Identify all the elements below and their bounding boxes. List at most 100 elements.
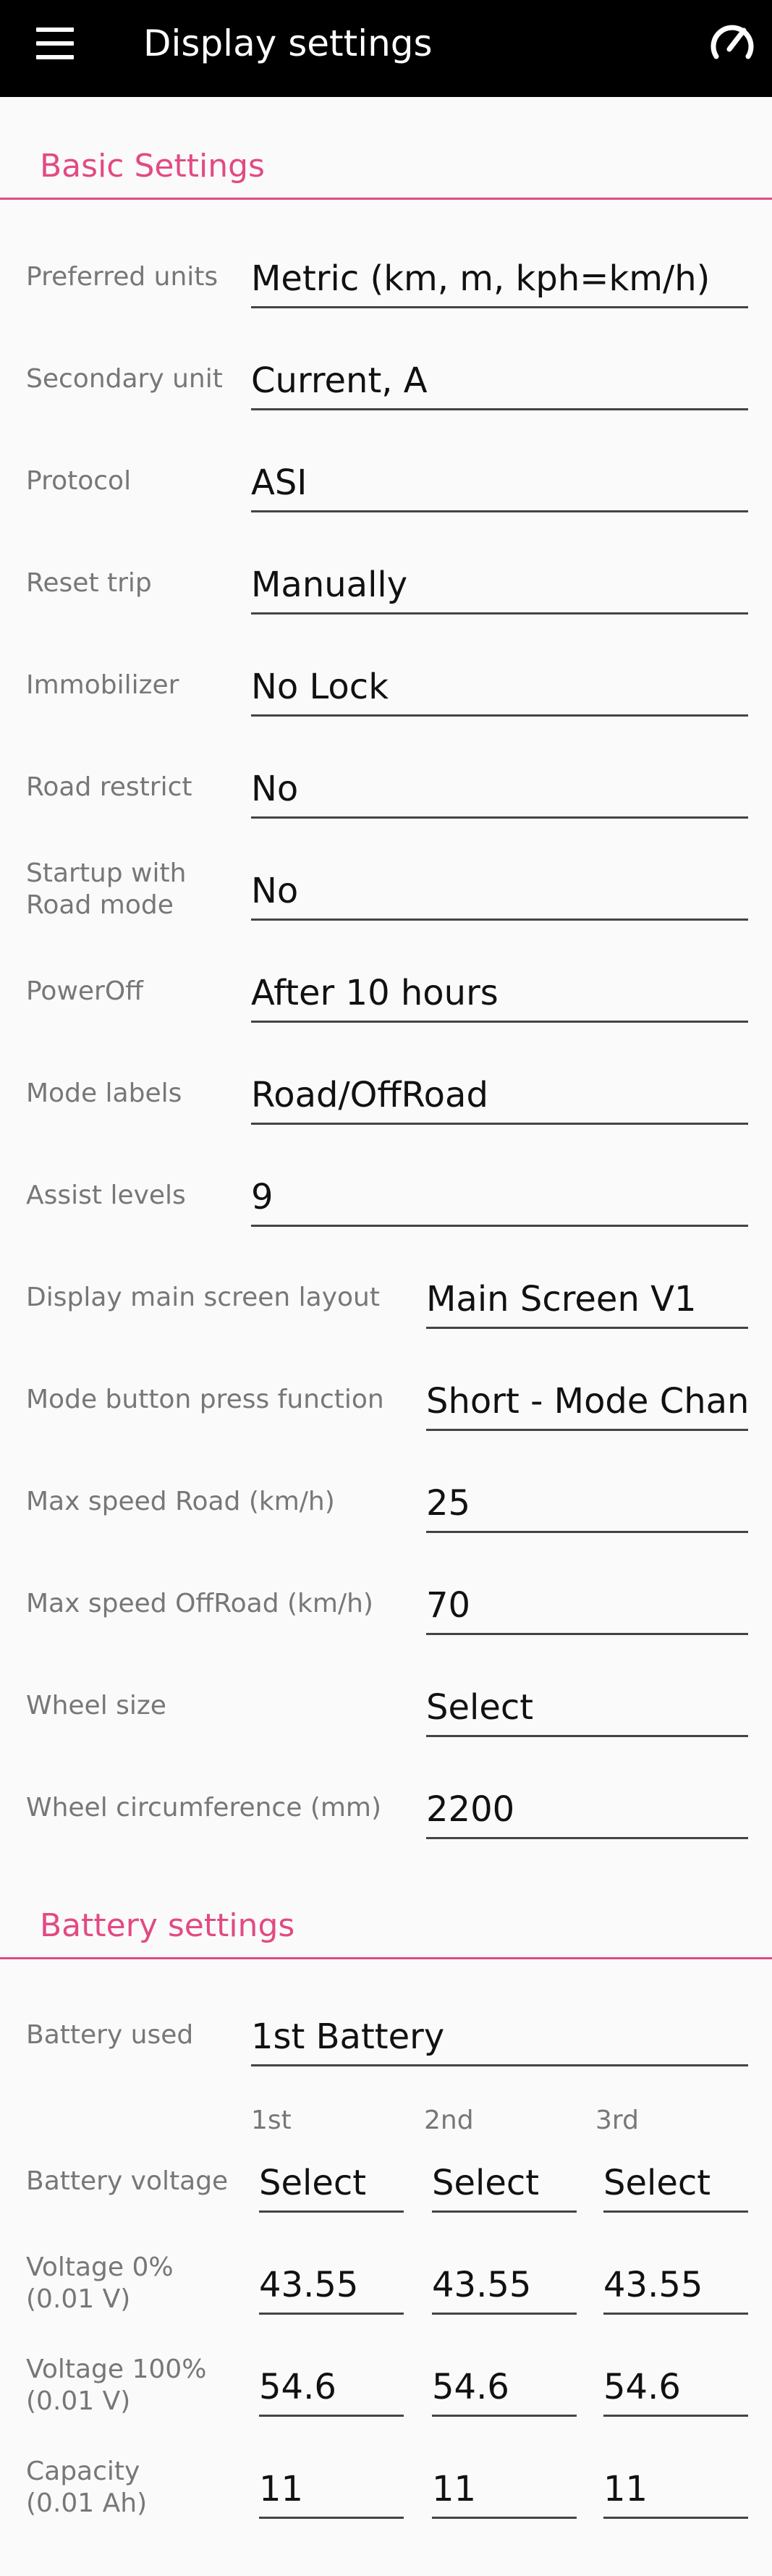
setting-value: No — [251, 871, 299, 911]
setting-row: Max speed OffRoad (km/h) 70 — [0, 1553, 772, 1655]
battery-row: Voltage 0% (0.01 V) 43.55 43.55 43.55 — [0, 2233, 772, 2334]
setting-value: Main Screen V1 — [426, 1279, 697, 1319]
setting-label: Mode button press function — [26, 1385, 384, 1414]
hamburger-menu-icon[interactable] — [36, 28, 77, 59]
setting-value: 1st Battery — [251, 2017, 445, 2057]
setting-label: Startup with Road mode — [26, 858, 187, 920]
setting-value: After 10 hours — [251, 973, 499, 1013]
battery-field[interactable]: Select — [259, 2150, 404, 2213]
setting-label: Battery used — [26, 2020, 194, 2050]
setting-value: 54.6 — [432, 2367, 509, 2407]
setting-label: Immobilizer — [26, 670, 179, 700]
setting-field[interactable]: After 10 hours — [251, 960, 748, 1023]
setting-value: 43.55 — [432, 2265, 532, 2305]
setting-label: PowerOff — [26, 976, 143, 1006]
setting-field[interactable]: No Lock — [251, 654, 748, 717]
battery-field[interactable]: Select — [432, 2150, 577, 2213]
battery-field[interactable]: 54.6 — [432, 2355, 577, 2417]
battery-field[interactable]: 11 — [259, 2457, 404, 2519]
setting-value: Select — [426, 1687, 534, 1728]
setting-value: Current, A — [251, 360, 428, 401]
battery-field[interactable]: 43.55 — [259, 2252, 404, 2315]
setting-field[interactable]: Manually — [251, 552, 748, 615]
setting-value: Select — [603, 2163, 711, 2203]
setting-label: Max speed Road (km/h) — [26, 1487, 335, 1516]
setting-value: Manually — [251, 565, 408, 605]
setting-label: Mode labels — [26, 1078, 182, 1108]
section-title: Battery settings — [40, 1907, 295, 1944]
setting-value: Select — [259, 2163, 367, 2203]
setting-field[interactable]: 2200 — [426, 1777, 748, 1839]
setting-label: Assist levels — [26, 1181, 186, 1210]
setting-value: Metric (km, m, kph=km/h) — [251, 258, 711, 299]
speedometer-icon[interactable] — [708, 19, 757, 67]
setting-field[interactable]: No — [251, 858, 748, 921]
setting-value: 43.55 — [603, 2265, 703, 2305]
battery-row: Battery voltage Select Select Select — [0, 2131, 772, 2232]
setting-label: Max speed OffRoad (km/h) — [26, 1589, 373, 1618]
setting-row: Assist levels 9 — [0, 1145, 772, 1246]
setting-row: Preferred units Metric (km, m, kph=km/h) — [0, 227, 772, 328]
setting-field[interactable]: Short - Mode Change — [426, 1369, 748, 1431]
setting-label: Secondary unit — [26, 364, 223, 394]
page-title: Display settings — [143, 22, 433, 64]
setting-value: 54.6 — [259, 2367, 336, 2407]
section-title: Basic Settings — [40, 148, 265, 185]
setting-row: Startup with Road mode No — [0, 839, 772, 940]
setting-value: 11 — [432, 2469, 477, 2509]
battery-settings-header: Battery settings — [0, 1888, 772, 1959]
setting-field[interactable]: 9 — [251, 1165, 748, 1227]
setting-value: 11 — [603, 2469, 648, 2509]
setting-row: Max speed Road (km/h) 25 — [0, 1451, 772, 1553]
battery-field[interactable]: 11 — [603, 2457, 748, 2519]
setting-field[interactable]: Main Screen V1 — [426, 1267, 748, 1329]
setting-row: Mode button press function Short - Mode C… — [0, 1349, 772, 1450]
setting-field[interactable]: Current, A — [251, 348, 748, 410]
setting-value: Select — [432, 2163, 540, 2203]
setting-value: 70 — [426, 1585, 471, 1626]
setting-label: Protocol — [26, 466, 132, 496]
battery-field[interactable]: 54.6 — [603, 2355, 748, 2417]
setting-row: PowerOff After 10 hours — [0, 941, 772, 1042]
setting-value: 11 — [259, 2469, 304, 2509]
battery-used-row: Battery used 1st Battery — [0, 1985, 772, 2086]
battery-field[interactable]: 54.6 — [259, 2355, 404, 2417]
setting-value: ASI — [251, 463, 307, 503]
setting-value: Short - Mode Change — [426, 1381, 748, 1422]
battery-field[interactable]: 43.55 — [432, 2252, 577, 2315]
battery-used-dropdown[interactable]: 1st Battery — [251, 2004, 748, 2066]
setting-label: Battery voltage — [26, 2166, 229, 2196]
setting-label: Capacity (0.01 Ah) — [26, 2457, 148, 2518]
battery-field[interactable]: 11 — [432, 2457, 577, 2519]
setting-value: Road/OffRoad — [251, 1075, 488, 1115]
setting-row: Reset trip Manually — [0, 533, 772, 634]
battery-row: Voltage 100% (0.01 V) 54.6 54.6 54.6 — [0, 2335, 772, 2436]
setting-field[interactable]: Metric (km, m, kph=km/h) — [251, 246, 748, 308]
setting-label: Preferred units — [26, 262, 219, 292]
battery-field[interactable]: 43.55 — [603, 2252, 748, 2315]
setting-field[interactable]: No — [251, 756, 748, 819]
setting-row: Secondary unit Current, A — [0, 329, 772, 430]
setting-field[interactable]: Select — [426, 1675, 748, 1737]
setting-value: No — [251, 769, 299, 809]
setting-row: Wheel circumference (mm) 2200 — [0, 1757, 772, 1859]
setting-value: 43.55 — [259, 2265, 359, 2305]
setting-value: 9 — [251, 1177, 273, 1217]
setting-label: Display main screen layout — [26, 1283, 380, 1312]
setting-value: No Lock — [251, 667, 389, 707]
setting-field[interactable]: Road/OffRoad — [251, 1063, 748, 1125]
setting-value: 25 — [426, 1483, 471, 1524]
setting-row: Display main screen layout Main Screen V1 — [0, 1247, 772, 1348]
setting-field[interactable]: 25 — [426, 1471, 748, 1533]
setting-label: Voltage 100% (0.01 V) — [26, 2355, 207, 2416]
setting-label: Wheel circumference (mm) — [26, 1793, 382, 1823]
setting-field[interactable]: 70 — [426, 1573, 748, 1635]
battery-field[interactable]: Select — [603, 2150, 748, 2213]
setting-row: Immobilizer No Lock — [0, 635, 772, 736]
setting-value: 54.6 — [603, 2367, 681, 2407]
setting-label: Road restrict — [26, 772, 192, 802]
setting-label: Wheel size — [26, 1691, 166, 1720]
setting-field[interactable]: ASI — [251, 450, 748, 512]
setting-row: Road restrict No — [0, 737, 772, 838]
setting-row: Wheel size Select — [0, 1655, 772, 1757]
